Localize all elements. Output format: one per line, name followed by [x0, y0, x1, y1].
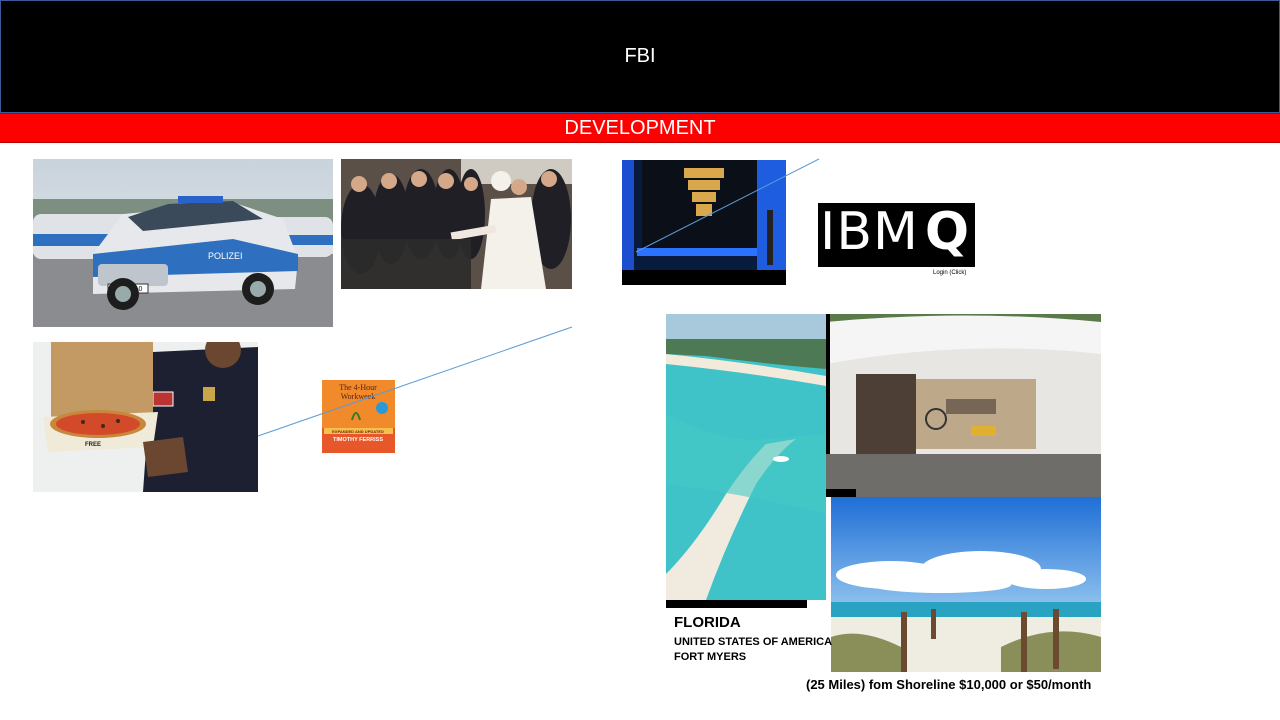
4-hour-workweek-book: The 4-Hour Workweek EXPANDED AND UPDATED…	[322, 380, 395, 453]
police-car-image: B·BS 110 POLIZEI	[33, 159, 333, 327]
ibm-quantum-image	[622, 160, 786, 285]
book-title-line2: Workweek	[341, 392, 375, 401]
development-banner: DEVELOPMENT	[0, 113, 1280, 143]
header-title: FBI	[624, 45, 656, 67]
florida-title: FLORIDA	[674, 614, 741, 631]
header-bar: FBI	[0, 0, 1280, 113]
florida-aerial-image	[666, 314, 826, 600]
polizei-label: POLIZEI	[208, 251, 243, 261]
banner-title: DEVELOPMENT	[564, 117, 716, 139]
book-title-line1: The 4-Hour	[339, 383, 377, 392]
book-author: TIMOTHY FERRISS	[333, 437, 383, 443]
image-dark-strip	[666, 600, 807, 608]
connector-line-left	[257, 326, 573, 437]
free-label: FREE	[85, 442, 101, 448]
ibm-q-logo[interactable]: IBM Q	[818, 203, 975, 267]
modern-house-image	[826, 314, 1101, 497]
country-label: UNITED STATES OF AMERICA	[674, 636, 833, 648]
pizza-officer-image: FREE	[33, 342, 258, 492]
book-band: EXPANDED AND UPDATED	[332, 429, 384, 434]
login-link[interactable]: Login (Click)	[933, 270, 966, 276]
ibm-logo-q: Q	[924, 202, 971, 262]
price-caption: (25 Miles) fom Shoreline $10,000 or $50/…	[806, 677, 1092, 692]
pope-crowd-image	[341, 159, 572, 289]
beach-boardwalk-image	[831, 497, 1101, 672]
city-label: FORT MYERS	[674, 651, 747, 663]
ibm-logo-text: IBM	[820, 202, 919, 262]
